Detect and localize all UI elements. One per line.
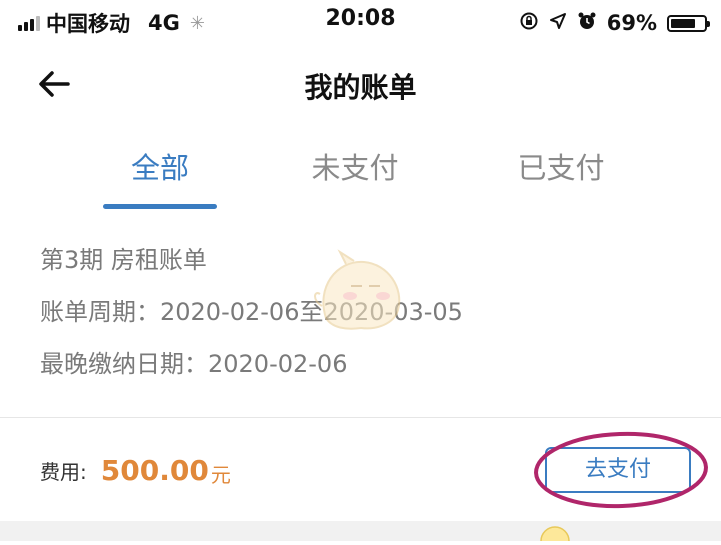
bill-due-date: 最晚缴纳日期：2020-02-06: [40, 350, 348, 378]
nav-bar: 我的账单: [0, 50, 721, 120]
bill-period: 账单周期：2020-02-06至2020-03-05: [40, 298, 463, 326]
tab-all[interactable]: 全部: [80, 140, 240, 196]
status-bar-right: 69%: [519, 8, 710, 38]
active-tab-indicator: [103, 204, 217, 209]
fee-unit: 元: [210, 462, 231, 487]
rotation-lock-icon: [519, 11, 539, 36]
fee-amount: 500.00: [100, 453, 209, 487]
location-icon: [549, 12, 567, 35]
section-divider: [0, 417, 721, 418]
bill-title: 第3期 房租账单: [40, 246, 207, 274]
bottom-section: [0, 521, 721, 541]
fee-label: 费用:: [40, 459, 87, 484]
pay-button[interactable]: 去支付: [545, 447, 691, 493]
tab-unpaid[interactable]: 未支付: [275, 140, 435, 196]
fee-row: 费用: 500.00 元: [40, 440, 231, 500]
battery-percent: 69%: [606, 11, 657, 35]
tab-paid[interactable]: 已支付: [481, 140, 641, 196]
battery-icon: [667, 14, 710, 32]
alarm-icon: [577, 11, 597, 36]
tab-bar: 全部 未支付 已支付: [0, 140, 721, 212]
page-title: 我的账单: [304, 71, 417, 104]
status-bar: 中国移动 4G ✳ 20:08 69%: [0, 0, 721, 46]
bill-card[interactable]: 第3期 房租账单 账单周期：2020-02-06至2020-03-05 最晚缴纳…: [40, 236, 700, 392]
